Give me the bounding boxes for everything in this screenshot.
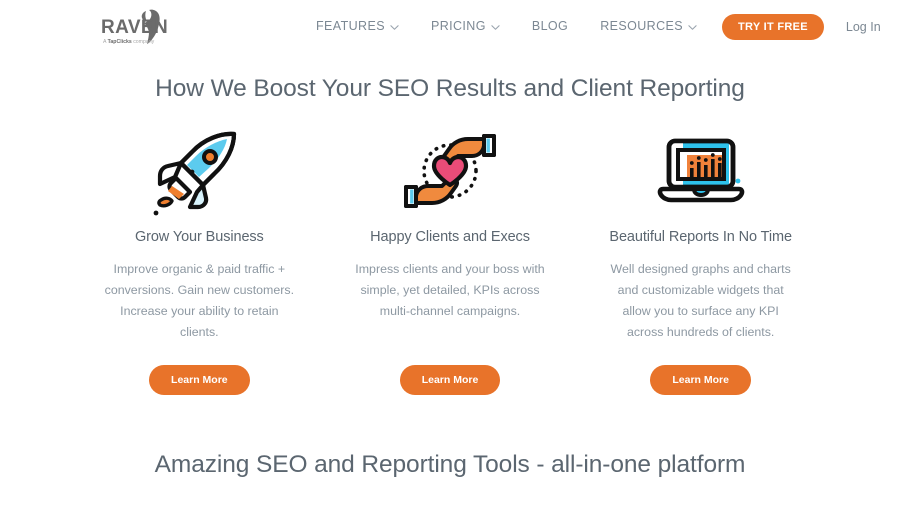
nav-item-pricing-label: PRICING (430, 19, 486, 34)
feature-text: Well designed graphs and charts and cust… (610, 262, 791, 339)
laptop-chart-icon (653, 125, 749, 217)
svg-text:A TapClicks company: A TapClicks company (103, 39, 155, 45)
rocket-icon (151, 125, 247, 217)
raven-logo[interactable]: RAVEN A TapClicks company (99, 8, 177, 46)
try-it-free-button[interactable]: TRY IT FREE (721, 13, 824, 40)
chevron-down-icon (688, 23, 697, 32)
nav-item-features-label: FEATURES (316, 19, 385, 34)
site-header: RAVEN A TapClicks company FEATURES PRICI… (0, 0, 900, 53)
feature-text: Improve organic & paid traffic + convers… (104, 262, 295, 339)
main-navigation: FEATURES PRICING BLOG RESOURCES TRY IT F… (300, 0, 881, 53)
nav-item-blog-label: BLOG (531, 19, 569, 34)
feature-title: Happy Clients and Execs (370, 229, 530, 245)
hands-heart-icon (400, 125, 500, 217)
learn-more-button[interactable]: Learn More (650, 365, 751, 395)
svg-text:RAVEN: RAVEN (101, 17, 168, 38)
bottom-section-title: Amazing SEO and Reporting Tools - all-in… (154, 451, 746, 478)
nav-item-resources[interactable]: RESOURCES (584, 0, 713, 53)
nav-item-pricing[interactable]: PRICING (415, 0, 516, 53)
feature-title: Grow Your Business (134, 229, 264, 245)
log-in-link[interactable]: Log In (846, 20, 881, 34)
feature-columns: Grow Your Business Improve organic & pai… (0, 125, 900, 395)
chevron-down-icon (491, 23, 500, 32)
feature-column-grow-your-business: Grow Your Business Improve organic & pai… (74, 125, 325, 395)
learn-more-button[interactable]: Learn More (149, 365, 250, 395)
feature-column-happy-clients-and-execs: Happy Clients and Execs Impress clients … (325, 125, 576, 395)
page-title: How We Boost Your SEO Results and Client… (155, 75, 745, 102)
feature-title: Beautiful Reports In No Time (609, 229, 792, 245)
feature-column-beautiful-reports: Beautiful Reports In No Time Well design… (575, 125, 826, 395)
feature-text: Impress clients and your boss with simpl… (355, 262, 545, 318)
learn-more-button[interactable]: Learn More (399, 365, 501, 395)
nav-item-features[interactable]: FEATURES (300, 0, 415, 53)
nav-item-resources-label: RESOURCES (600, 19, 683, 34)
chevron-down-icon (390, 23, 399, 32)
nav-item-blog[interactable]: BLOG (516, 0, 584, 53)
